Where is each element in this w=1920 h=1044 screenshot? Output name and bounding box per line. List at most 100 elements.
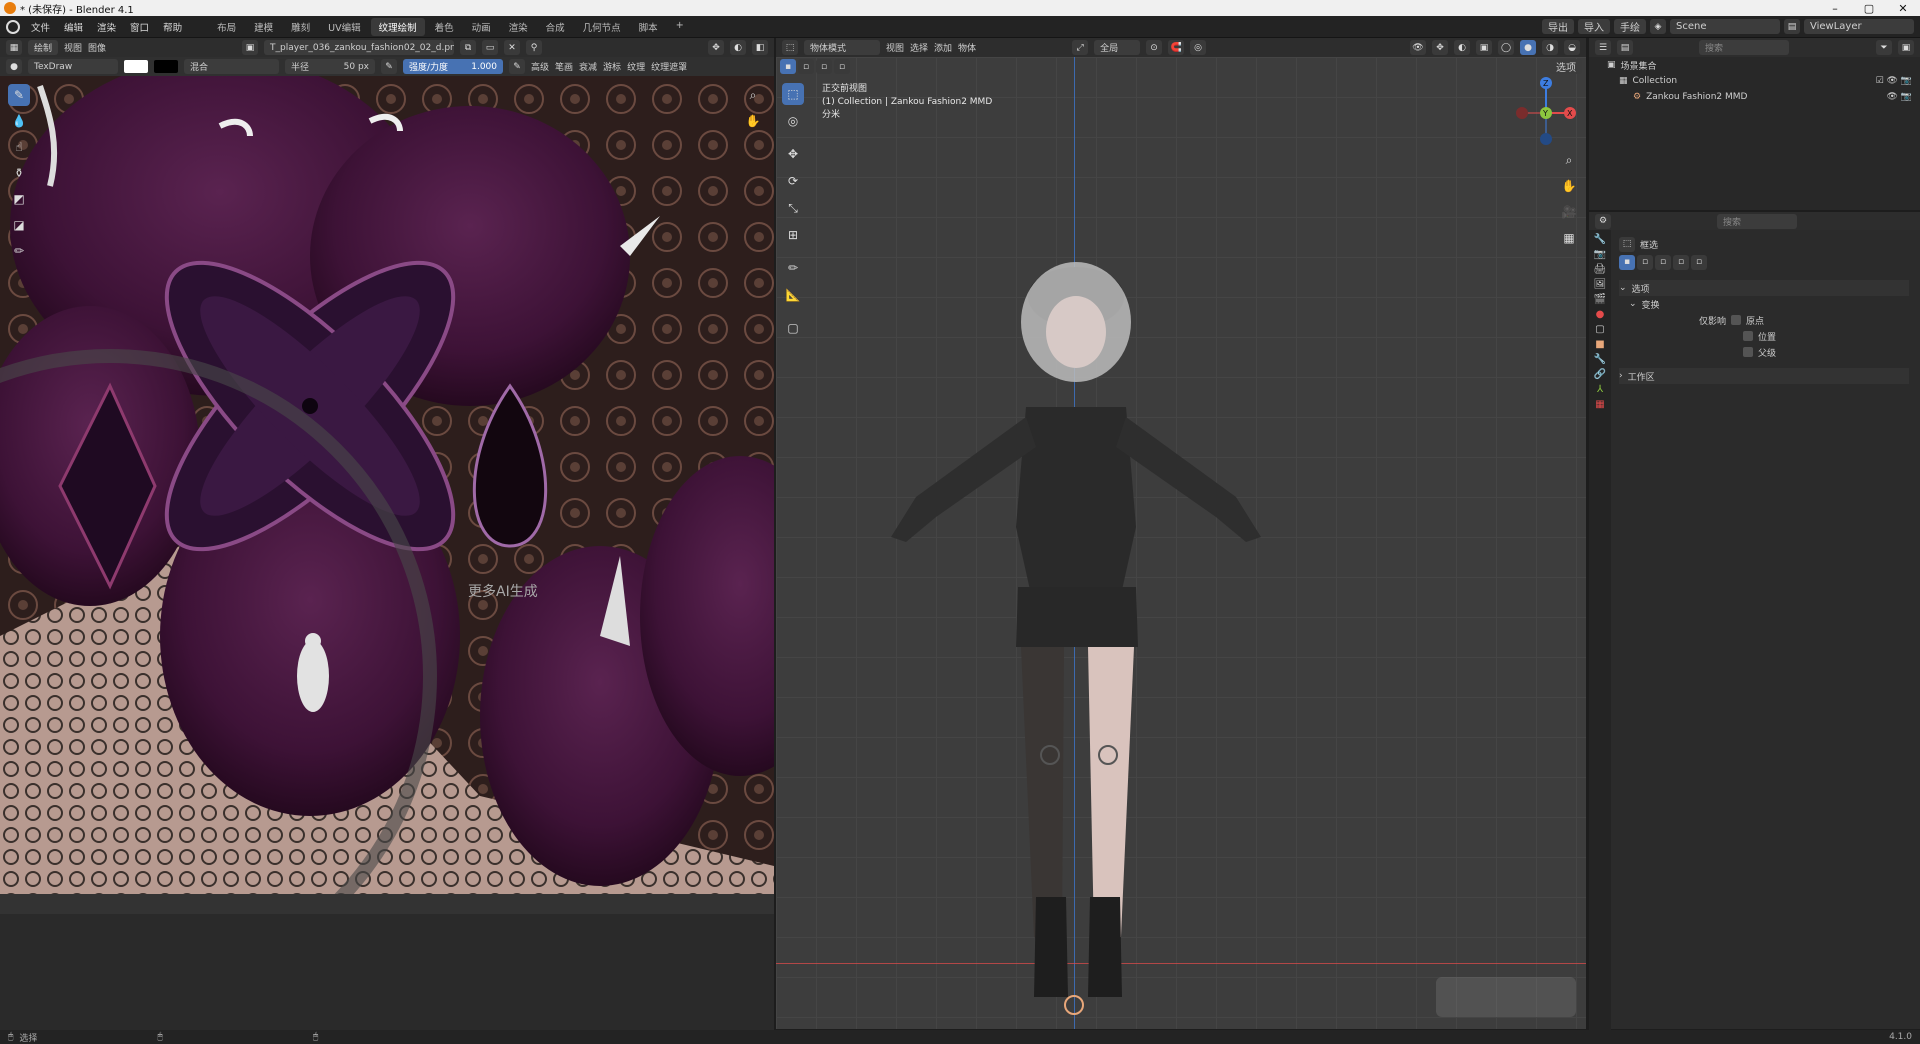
gizmo-icon[interactable]: ✥ <box>1432 40 1448 55</box>
menu-texture[interactable]: 纹理 <box>627 60 645 73</box>
tab-shading[interactable]: 着色 <box>427 18 462 36</box>
3d-viewport[interactable]: ▪ ▫ ▫ ▫ 选项 正交前视图 (1) Collection | Zankou… <box>776 57 1586 1029</box>
camera-view-icon[interactable]: 🎥 <box>1558 201 1580 223</box>
blend-mode-dropdown[interactable]: 混合 <box>184 59 279 74</box>
fill-tool-icon[interactable]: ◩ <box>8 188 30 210</box>
menu-view[interactable]: 视图 <box>64 41 82 54</box>
outliner-object[interactable]: ⚙ Zankou Fashion2 MMD 👁 📷 <box>1589 89 1920 105</box>
transform-orientation-dropdown[interactable]: 全局 <box>1094 40 1141 55</box>
menu-help[interactable]: 帮助 <box>156 20 189 34</box>
data-tab-icon[interactable]: ⅄ <box>1597 384 1603 395</box>
outliner-collection[interactable]: ▦ Collection ☑ 👁 📷 <box>1589 73 1920 89</box>
collection-tab-icon[interactable]: ▢ <box>1595 324 1604 335</box>
outliner-search[interactable]: 搜索 <box>1699 40 1789 55</box>
overlay-toggle-icon[interactable]: ◐ <box>730 40 746 55</box>
brush-icon[interactable]: ● <box>6 59 22 74</box>
vp-menu-view[interactable]: 视图 <box>886 41 904 54</box>
viewport-editor-type-icon[interactable]: ⬚ <box>782 40 798 55</box>
import-button[interactable]: 导入 <box>1578 19 1610 34</box>
new-collection-icon[interactable]: ▣ <box>1898 40 1914 55</box>
snap-icon[interactable]: 🧲 <box>1168 40 1185 55</box>
annotate-icon[interactable]: ✏ <box>782 257 804 279</box>
menu-cursor[interactable]: 游标 <box>603 60 621 73</box>
brush-name-field[interactable]: TexDraw <box>28 59 118 74</box>
tab-modeling[interactable]: 建模 <box>246 18 281 36</box>
export-button[interactable]: 导出 <box>1542 19 1574 34</box>
image-editor-canvas[interactable]: 更多AI生成 ✎ 💧 ☝ ⚱ ◩ ◪ ✏ ⌕ ✋ <box>0 76 774 894</box>
vp-menu-add[interactable]: 添加 <box>934 41 952 54</box>
menu-texture-mask[interactable]: 纹理遮罩 <box>651 60 687 73</box>
scene-tab-icon[interactable]: 🎬 <box>1594 294 1606 305</box>
tab-texture-paint[interactable]: 纹理绘制 <box>370 17 425 36</box>
parents-checkbox[interactable] <box>1743 347 1753 357</box>
clone-tool-icon[interactable]: ⚱ <box>8 162 30 184</box>
transform-orientation-icon[interactable]: ⤢ <box>1072 40 1089 55</box>
shading-wireframe-icon[interactable]: ◯ <box>1498 40 1514 55</box>
tab-compositing[interactable]: 合成 <box>538 18 573 36</box>
texture-tab-icon[interactable]: ▦ <box>1595 399 1604 410</box>
rotate-icon[interactable]: ⟳ <box>782 170 804 192</box>
locations-checkbox[interactable] <box>1743 331 1753 341</box>
tab-rendering[interactable]: 渲染 <box>501 18 536 36</box>
display-mode-icon[interactable]: ▤ <box>1617 40 1633 55</box>
pan-hand-icon[interactable]: ✋ <box>1558 175 1580 197</box>
affect-only-origins[interactable]: 仅影响 原点 <box>1619 312 1909 328</box>
draw-tool-icon[interactable]: ✎ <box>8 84 30 106</box>
output-tab-icon[interactable]: 🖨 <box>1594 264 1607 275</box>
tool-tab-icon[interactable]: 🔧 <box>1594 234 1606 245</box>
add-workspace-button[interactable]: + <box>668 18 692 36</box>
tab-geometry-nodes[interactable]: 几何节点 <box>575 18 629 36</box>
outliner-scene-collection[interactable]: ▣ 场景集合 <box>1589 57 1920 73</box>
tab-layout[interactable]: 布局 <box>209 18 244 36</box>
visibility-icon[interactable]: 👁 <box>1410 40 1426 55</box>
scale-icon[interactable]: ⤡ <box>782 197 804 219</box>
select-invert-icon[interactable]: ▫ <box>834 59 850 74</box>
pressure-radius-icon[interactable]: ✎ <box>381 59 397 74</box>
color-swatch-black[interactable] <box>154 60 178 73</box>
shading-solid-icon[interactable]: ● <box>1520 40 1536 55</box>
view-layer-tab-icon[interactable]: 🖼 <box>1594 279 1607 290</box>
add-cube-icon[interactable]: ▢ <box>782 317 804 339</box>
blender-menu-icon[interactable] <box>6 19 20 34</box>
cursor-icon[interactable]: ◎ <box>782 110 804 132</box>
scene-selector[interactable]: Scene <box>1670 19 1780 34</box>
mode-extend-icon[interactable]: ▫ <box>1637 254 1653 270</box>
select-extend-icon[interactable]: ▫ <box>798 59 814 74</box>
minimize-button[interactable]: – <box>1818 2 1852 15</box>
hands-button[interactable]: 手绘 <box>1614 19 1646 34</box>
affect-only-parents[interactable]: 父级 <box>1619 344 1909 360</box>
channels-icon[interactable]: ◧ <box>752 40 768 55</box>
mask-tool-icon[interactable]: ◪ <box>8 214 30 236</box>
close-button[interactable]: ✕ <box>1886 2 1920 15</box>
origins-checkbox[interactable] <box>1731 315 1742 325</box>
select-box-icon[interactable]: ⬚ <box>782 83 804 105</box>
affect-only-locations[interactable]: 位置 <box>1619 328 1909 344</box>
transform-subpanel-header[interactable]: ⌄ 变换 <box>1619 296 1909 312</box>
new-image-icon[interactable]: ⧉ <box>460 40 477 55</box>
overlays-icon[interactable]: ◐ <box>1454 40 1470 55</box>
zoom-icon[interactable]: ⌕ <box>742 84 764 106</box>
gizmo-toggle-icon[interactable]: ✥ <box>708 40 724 55</box>
menu-file[interactable]: 文件 <box>24 20 57 34</box>
image-browse-icon[interactable]: ▣ <box>242 40 259 55</box>
measure-icon[interactable]: 📐 <box>782 284 804 306</box>
smear-tool-icon[interactable]: ☝ <box>8 136 30 158</box>
move-icon[interactable]: ✥ <box>782 143 804 165</box>
select-new-icon[interactable]: ▪ <box>780 59 796 74</box>
shading-rendered-icon[interactable]: ◒ <box>1564 40 1580 55</box>
tab-scripting[interactable]: 脚本 <box>631 18 666 36</box>
pin-icon[interactable]: ⚲ <box>526 40 543 55</box>
menu-advanced[interactable]: 高级 <box>531 60 549 73</box>
collection-visibility-icons[interactable]: ☑ 👁 📷 <box>1876 76 1920 86</box>
vp-menu-select[interactable]: 选择 <box>910 41 928 54</box>
render-tab-icon[interactable]: 📷 <box>1594 249 1606 260</box>
zoom-icon[interactable]: ⌕ <box>1558 149 1580 171</box>
image-name-field[interactable]: T_player_036_zankou_fashion02_02_d.png <box>264 40 455 55</box>
modifier-tab-icon[interactable]: 🔧 <box>1594 354 1606 365</box>
radius-slider[interactable]: 半径 50 px <box>285 59 375 74</box>
mode-difference-icon[interactable]: ▫ <box>1673 254 1689 270</box>
paint-mode-dropdown[interactable]: 绘制 <box>28 40 59 55</box>
filter-icon[interactable]: ⏷ <box>1876 40 1892 55</box>
character-model[interactable] <box>836 197 1316 1017</box>
ortho-toggle-icon[interactable]: ▦ <box>1558 227 1580 249</box>
